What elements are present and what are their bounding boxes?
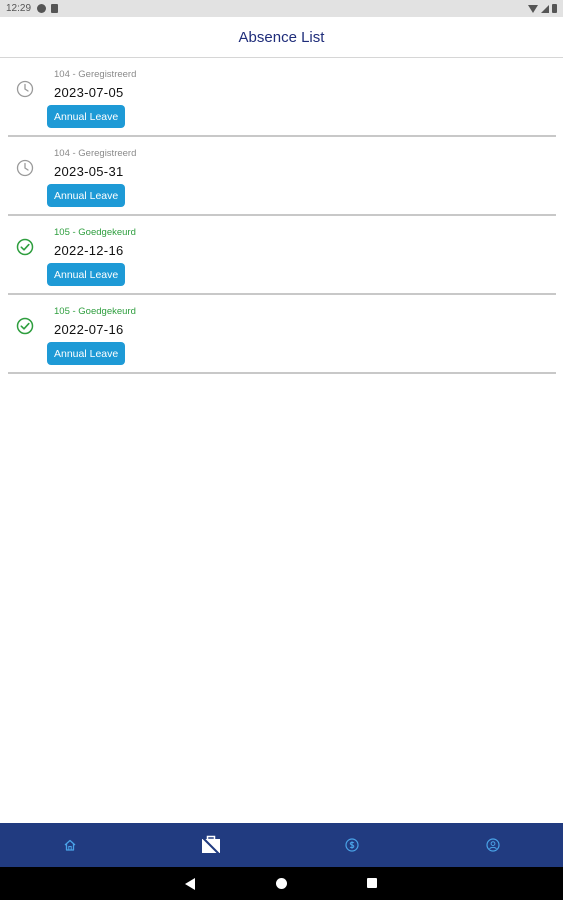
- absence-date: 2022-07-16: [54, 322, 124, 337]
- back-icon[interactable]: [185, 878, 195, 890]
- list-item[interactable]: 104 - Geregistreerd 2023-07-05 Annual Le…: [8, 58, 556, 137]
- user-icon: [486, 838, 500, 852]
- dollar-icon: [345, 838, 359, 852]
- status-label: 104 - Geregistreerd: [54, 148, 137, 159]
- list-item[interactable]: 105 - Goedgekeurd 2022-12-16 Annual Leav…: [8, 216, 556, 295]
- wifi-icon: [528, 4, 538, 13]
- leave-type-badge: Annual Leave: [47, 184, 126, 207]
- check-circle-icon: [16, 317, 34, 335]
- check-circle-icon: [16, 238, 34, 256]
- home-circle-icon[interactable]: [276, 878, 287, 889]
- nav-absence[interactable]: [141, 823, 282, 867]
- leave-type-badge: Annual Leave: [47, 105, 126, 128]
- nav-home[interactable]: [0, 823, 141, 867]
- status-bar: 12:29: [0, 0, 563, 17]
- leave-type-badge: Annual Leave: [47, 263, 126, 286]
- absence-date: 2023-05-31: [54, 164, 124, 179]
- page-title: Absence List: [238, 28, 325, 46]
- signal-icon: [541, 4, 549, 13]
- sd-card-icon: [51, 4, 59, 13]
- bottom-navigation: [0, 823, 563, 867]
- list-item[interactable]: 104 - Geregistreerd 2023-05-31 Annual Le…: [8, 137, 556, 216]
- status-label: 104 - Geregistreerd: [54, 69, 137, 80]
- app-header: Absence List: [0, 17, 563, 58]
- absence-icon: [202, 835, 221, 855]
- clock-icon: [16, 159, 34, 177]
- list-item[interactable]: 105 - Goedgekeurd 2022-07-16 Annual Leav…: [8, 295, 556, 374]
- battery-icon: [552, 4, 557, 13]
- notification-icon: [37, 4, 47, 13]
- home-icon: [64, 839, 76, 851]
- leave-type-badge: Annual Leave: [47, 342, 126, 365]
- system-navigation-bar: [0, 867, 563, 900]
- nav-profile[interactable]: [422, 823, 563, 867]
- recents-icon[interactable]: [367, 878, 377, 888]
- nav-payments[interactable]: [282, 823, 423, 867]
- absence-date: 2022-12-16: [54, 243, 124, 258]
- status-label: 105 - Goedgekeurd: [54, 227, 136, 238]
- absence-date: 2023-07-05: [54, 85, 124, 100]
- absence-list: 104 - Geregistreerd 2023-07-05 Annual Le…: [8, 58, 556, 374]
- status-time: 12:29: [6, 3, 32, 14]
- status-label: 105 - Goedgekeurd: [54, 306, 136, 317]
- clock-icon: [16, 80, 34, 98]
